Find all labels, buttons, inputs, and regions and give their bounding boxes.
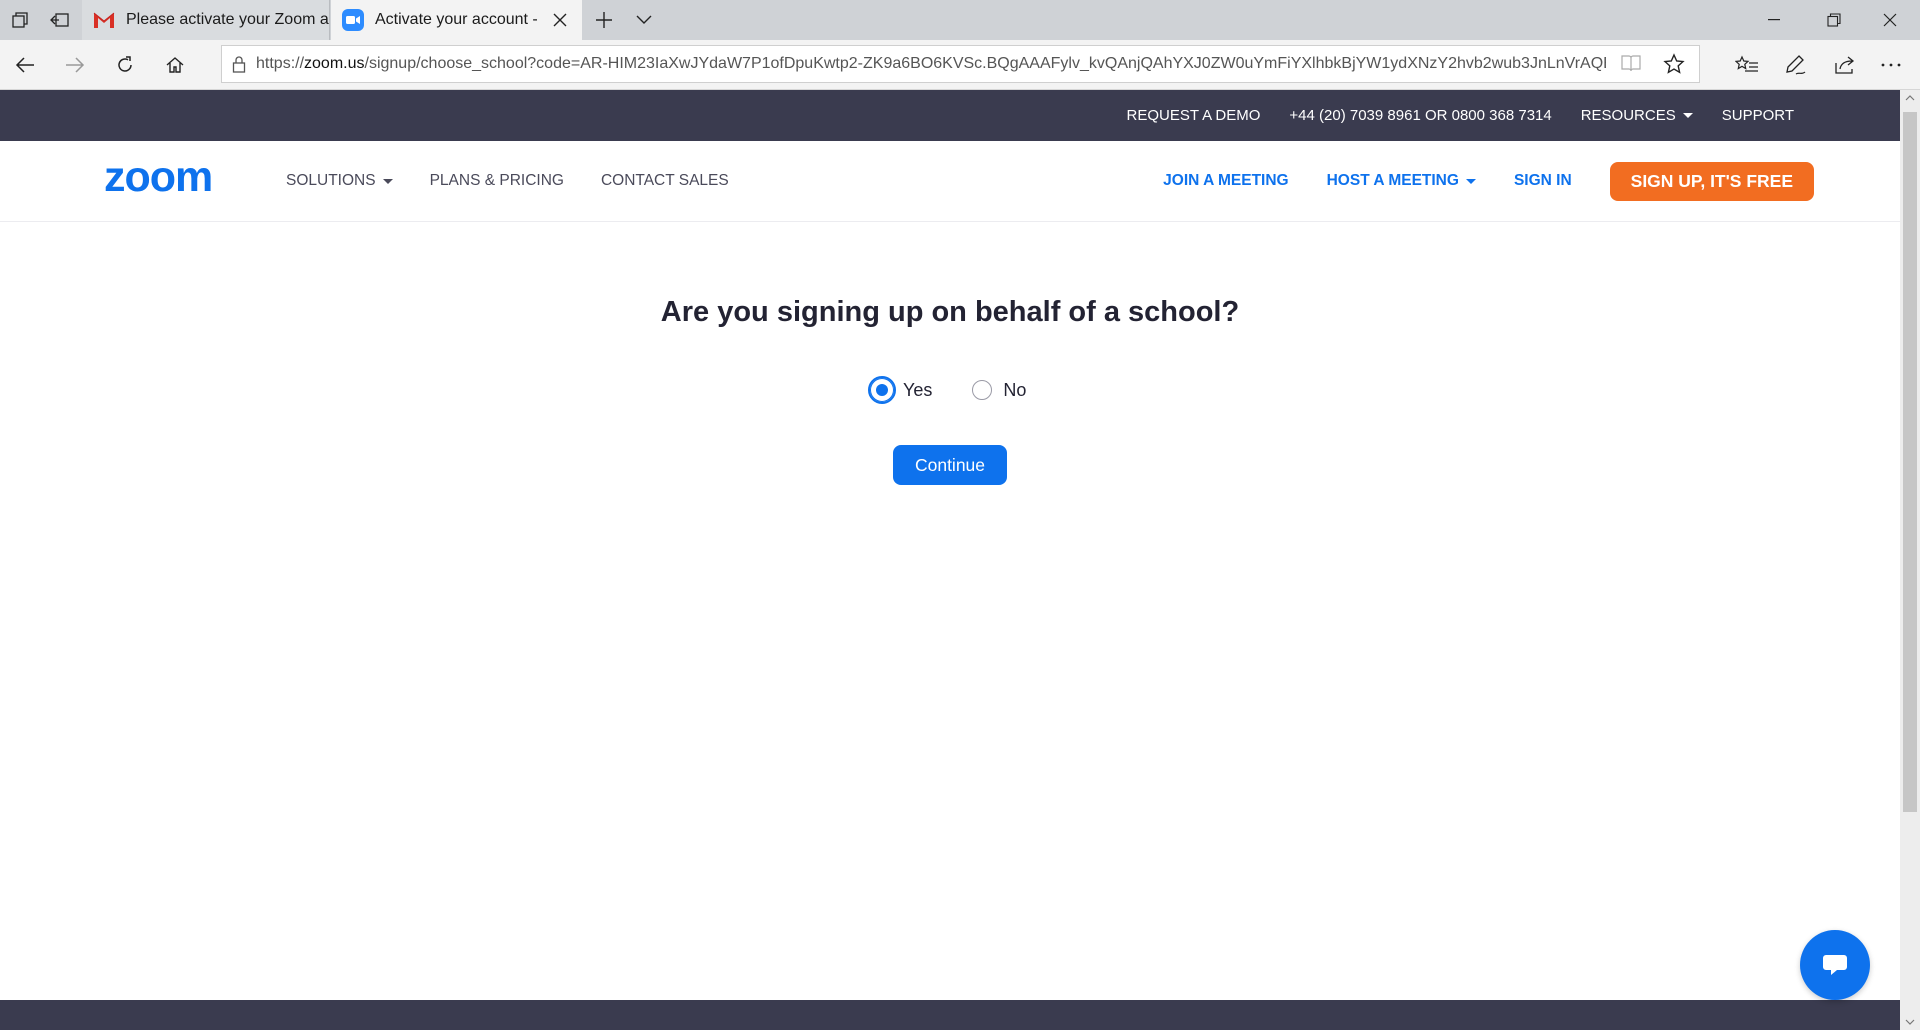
forward-arrow-icon[interactable]: [50, 40, 100, 90]
close-tab-icon[interactable]: [548, 8, 572, 32]
resources-label: RESOURCES: [1580, 107, 1676, 124]
school-radio-group: Yes No: [868, 376, 1066, 404]
page-title: Are you signing up on behalf of a school…: [660, 296, 1240, 328]
logo-text: zoom: [104, 158, 212, 198]
url-path: /signup/choose_school?code=AR-HIM23IaXwJ…: [364, 55, 1607, 72]
contact-sales-link[interactable]: CONTACT SALES: [601, 172, 729, 190]
caret-down-icon: [1465, 178, 1476, 184]
close-window-icon[interactable]: [1860, 0, 1920, 40]
tab-actions-icon[interactable]: [0, 0, 40, 40]
join-meeting-link[interactable]: JOIN A MEETING: [1163, 172, 1288, 190]
solutions-menu[interactable]: SOLUTIONS: [286, 172, 393, 190]
url-host: zoom.us: [304, 55, 365, 72]
radio-no[interactable]: No: [972, 380, 1026, 401]
tab-preview-chevron-icon[interactable]: [624, 0, 664, 40]
support-link[interactable]: SUPPORT: [1722, 107, 1794, 124]
browser-tab-strip: Please activate your Zoom a Activate you…: [0, 0, 1920, 40]
scroll-up-icon[interactable]: [1905, 95, 1915, 101]
footer-bar: [0, 1000, 1900, 1030]
scrollbar-thumb[interactable]: [1903, 112, 1917, 812]
tab-title: Activate your account -: [375, 11, 538, 28]
solutions-label: SOLUTIONS: [286, 172, 376, 189]
home-icon[interactable]: [150, 40, 200, 90]
refresh-icon[interactable]: [100, 40, 150, 90]
zoom-icon: [341, 8, 365, 32]
continue-button[interactable]: Continue: [893, 445, 1007, 485]
sign-up-free-button[interactable]: SIGN UP, IT'S FREE: [1609, 161, 1814, 201]
favorite-star-icon[interactable]: [1663, 53, 1685, 80]
scroll-down-icon[interactable]: [1905, 1019, 1915, 1025]
tab-title: Please activate your Zoom a: [126, 11, 329, 28]
reading-view-icon[interactable]: [1621, 54, 1641, 77]
chat-bubble-icon: [1823, 955, 1847, 975]
minimize-icon[interactable]: [1744, 0, 1804, 40]
radio-checked-icon[interactable]: [868, 376, 896, 404]
browser-toolbar: https://zoom.us/signup/choose_school?cod…: [0, 40, 1920, 90]
host-meeting-label: HOST A MEETING: [1326, 172, 1459, 189]
url-scheme: https://: [256, 55, 305, 72]
gmail-icon: [92, 8, 116, 32]
set-tabs-aside-icon[interactable]: [40, 0, 80, 40]
host-meeting-menu[interactable]: HOST A MEETING: [1327, 172, 1476, 190]
page-scrollbar[interactable]: [1900, 90, 1920, 1030]
address-bar[interactable]: https://zoom.us/signup/choose_school?cod…: [221, 45, 1700, 83]
pen-notes-icon[interactable]: [1770, 40, 1820, 90]
tab-gmail[interactable]: Please activate your Zoom a: [82, 0, 330, 40]
new-tab-icon[interactable]: [584, 0, 624, 40]
radio-no-label: No: [1003, 379, 1027, 400]
request-demo-link[interactable]: REQUEST A DEMO: [1126, 107, 1260, 124]
plans-pricing-link[interactable]: PLANS & PRICING: [430, 172, 564, 190]
chat-button[interactable]: [1800, 930, 1870, 1000]
radio-unchecked-icon[interactable]: [972, 380, 993, 400]
lock-icon[interactable]: [222, 55, 256, 73]
restore-icon[interactable]: [1804, 0, 1864, 40]
zoom-top-bar: REQUEST A DEMO +44 (20) 7039 8961 OR 080…: [0, 90, 1900, 141]
more-options-icon[interactable]: [1866, 40, 1916, 90]
tab-zoom-activate[interactable]: Activate your account -: [331, 0, 582, 40]
favorites-list-icon[interactable]: [1722, 40, 1772, 90]
zoom-logo[interactable]: zoom: [104, 153, 244, 203]
resources-menu[interactable]: RESOURCES: [1581, 107, 1693, 124]
main-navigation: zoom SOLUTIONS PLANS & PRICING CONTACT S…: [0, 141, 1900, 222]
url-text[interactable]: https://zoom.us/signup/choose_school?cod…: [256, 55, 1606, 73]
radio-yes[interactable]: Yes: [868, 376, 932, 404]
radio-yes-label: Yes: [903, 379, 933, 400]
caret-down-icon: [382, 178, 393, 184]
caret-down-icon: [1682, 113, 1693, 118]
sign-in-link[interactable]: SIGN IN: [1514, 172, 1572, 190]
back-arrow-icon[interactable]: [0, 40, 50, 90]
phone-number-link[interactable]: +44 (20) 7039 8961 OR 0800 368 7314: [1289, 107, 1551, 124]
share-icon[interactable]: [1820, 40, 1870, 90]
